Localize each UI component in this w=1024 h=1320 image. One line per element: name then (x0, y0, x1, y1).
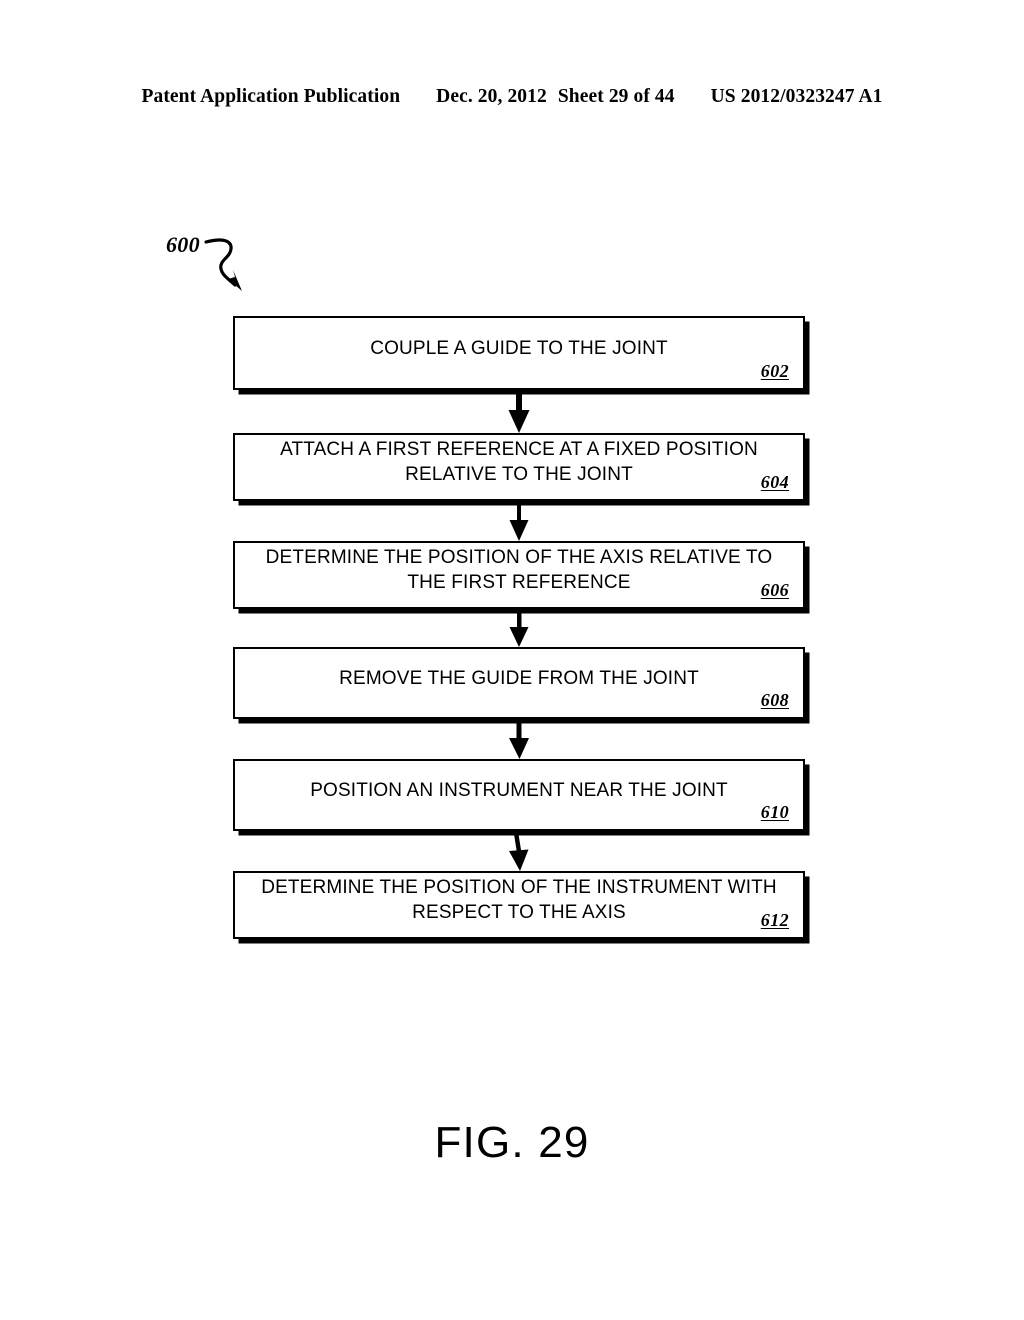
flow-step-text: POSITION AN INSTRUMENT NEAR THE JOINT (310, 779, 728, 801)
flow-step-text: REMOVE THE GUIDE FROM THE JOINT (339, 667, 699, 689)
flow-step-box: COUPLE A GUIDE TO THE JOINT 602 (233, 316, 805, 390)
flow-connector (233, 719, 805, 759)
flowchart: COUPLE A GUIDE TO THE JOINT 602 ATTACH A… (233, 316, 805, 939)
flow-step-text: COUPLE A GUIDE TO THE JOINT (370, 337, 668, 359)
flow-step-ref: 612 (760, 910, 789, 930)
figure-caption: FIG. 29 (434, 1118, 590, 1167)
flow-connector (233, 390, 805, 433)
curved-arrow-icon (204, 238, 242, 291)
flow-step-text: DETERMINE THE POSITION OF THE INSTRUMENT… (261, 877, 777, 923)
sheet-number-label: Sheet 29 of 44 (557, 86, 675, 107)
down-arrow-icon (509, 719, 529, 759)
flow-step-ref: 604 (760, 472, 789, 492)
down-arrow-icon (509, 831, 529, 871)
flow-step-box: POSITION AN INSTRUMENT NEAR THE JOINT 61… (233, 759, 805, 831)
publication-date-label: Dec. 20, 2012 (436, 86, 547, 107)
publication-type-label: Patent Application Publication (141, 86, 401, 107)
figure-callout-ref: 600 (166, 232, 200, 257)
flow-step-ref: 608 (760, 690, 789, 710)
flow-step-box: DETERMINE THE POSITION OF THE AXIS RELAT… (233, 541, 805, 609)
flow-step-ref: 610 (760, 802, 789, 822)
publication-number-label: US 2012/0323247 A1 (710, 86, 883, 107)
flow-connector (233, 609, 805, 647)
down-arrow-icon (509, 609, 529, 647)
flow-step-box: ATTACH A FIRST REFERENCE AT A FIXED POSI… (233, 433, 805, 501)
flow-step-box: DETERMINE THE POSITION OF THE INSTRUMENT… (233, 871, 805, 939)
figure-callout: 600 (166, 232, 276, 294)
down-arrow-icon (509, 501, 529, 541)
flow-connector (233, 831, 805, 871)
flow-connector (233, 501, 805, 541)
down-arrow-icon (508, 390, 530, 433)
flow-step-box: REMOVE THE GUIDE FROM THE JOINT 608 (233, 647, 805, 719)
publication-header: Patent Application Publication Dec. 20, … (0, 86, 1024, 108)
flow-step-ref: 606 (760, 580, 789, 600)
flow-step-text: DETERMINE THE POSITION OF THE AXIS RELAT… (265, 547, 773, 593)
flow-step-text: ATTACH A FIRST REFERENCE AT A FIXED POSI… (280, 439, 758, 485)
flow-step-ref: 602 (760, 361, 789, 381)
